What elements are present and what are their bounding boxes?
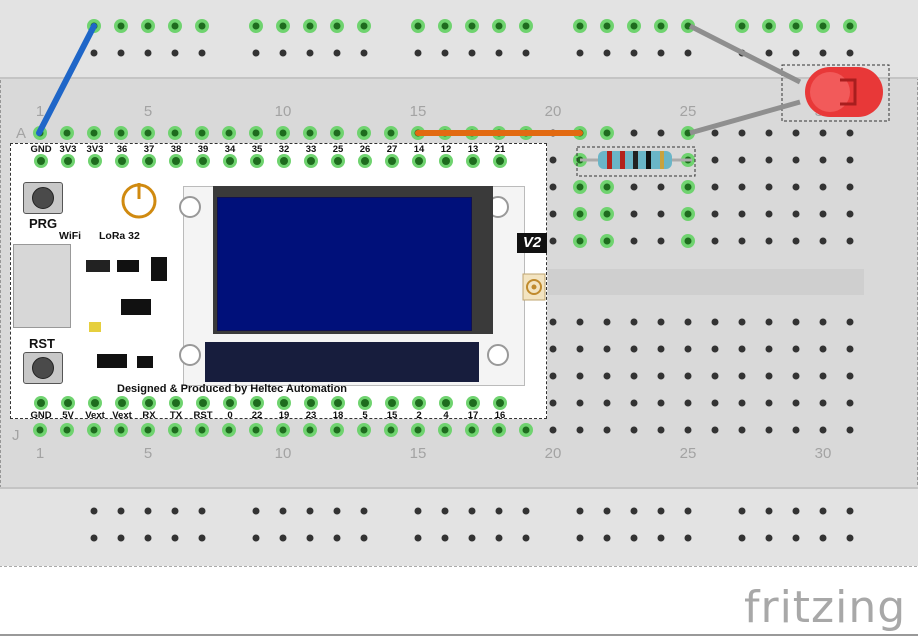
fritzing-logo: fritzing — [744, 582, 907, 633]
components-layer — [36, 23, 890, 177]
red-led[interactable] — [688, 23, 890, 136]
blue-jumper-wire[interactable] — [36, 23, 97, 136]
resistor[interactable] — [576, 146, 696, 177]
